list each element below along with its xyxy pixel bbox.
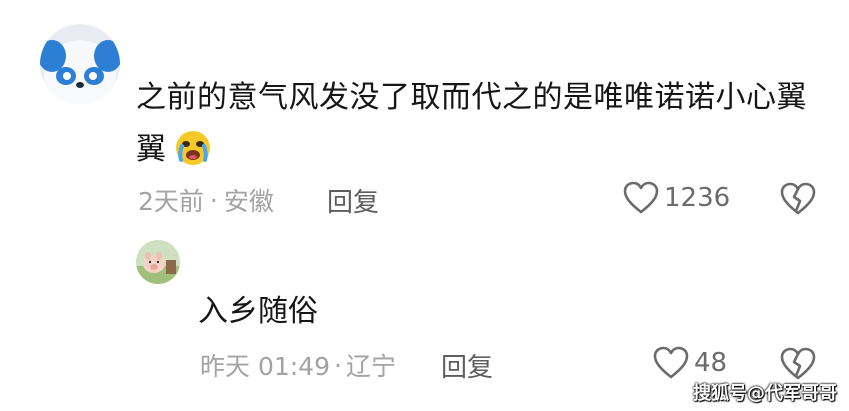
like-count: 1236 xyxy=(664,183,731,213)
pig-avatar-icon xyxy=(136,240,180,284)
meta-separator: · xyxy=(209,185,218,215)
reply-button[interactable]: 回复 xyxy=(327,182,379,219)
crying-face-icon xyxy=(173,127,213,184)
comment-text: 之前的意气风发没了取而代之的是唯唯诺诺小心翼翼 xyxy=(136,80,807,167)
reply-avatar[interactable] xyxy=(136,240,180,284)
meta-separator: · xyxy=(334,350,342,380)
panda-avatar-icon xyxy=(40,24,120,104)
comment-meta: 2天前 · 安徽 xyxy=(138,180,274,220)
reply-body: 入乡随俗 xyxy=(198,294,318,329)
reply-reply-button[interactable]: 回复 xyxy=(441,347,493,384)
reply-time: 昨天 01:49 xyxy=(200,352,330,381)
reply-meta: 昨天 01:49 · 辽宁 xyxy=(200,345,396,385)
watermark: 搜狐号@代军哥哥 xyxy=(693,383,837,404)
comment-thread: 之前的意气风发没了取而代之的是唯唯诺诺小心翼翼 2天前 · 安徽 回复 1236 xyxy=(0,0,849,411)
broken-heart-icon xyxy=(780,182,816,215)
reply-location: 辽宁 xyxy=(345,352,396,381)
heart-icon xyxy=(623,181,659,214)
comment-body: 之前的意气风发没了取而代之的是唯唯诺诺小心翼翼 xyxy=(136,72,816,184)
reply-like-count: 48 xyxy=(694,348,728,378)
like-button[interactable]: 1236 xyxy=(622,180,730,216)
reply-like-button[interactable]: 48 xyxy=(652,345,727,381)
heart-icon xyxy=(653,346,689,379)
avatar[interactable] xyxy=(40,24,120,104)
dislike-button[interactable] xyxy=(779,181,817,221)
comment-location: 安徽 xyxy=(223,187,274,216)
broken-heart-icon xyxy=(780,347,816,380)
comment-time: 2天前 xyxy=(138,187,204,216)
